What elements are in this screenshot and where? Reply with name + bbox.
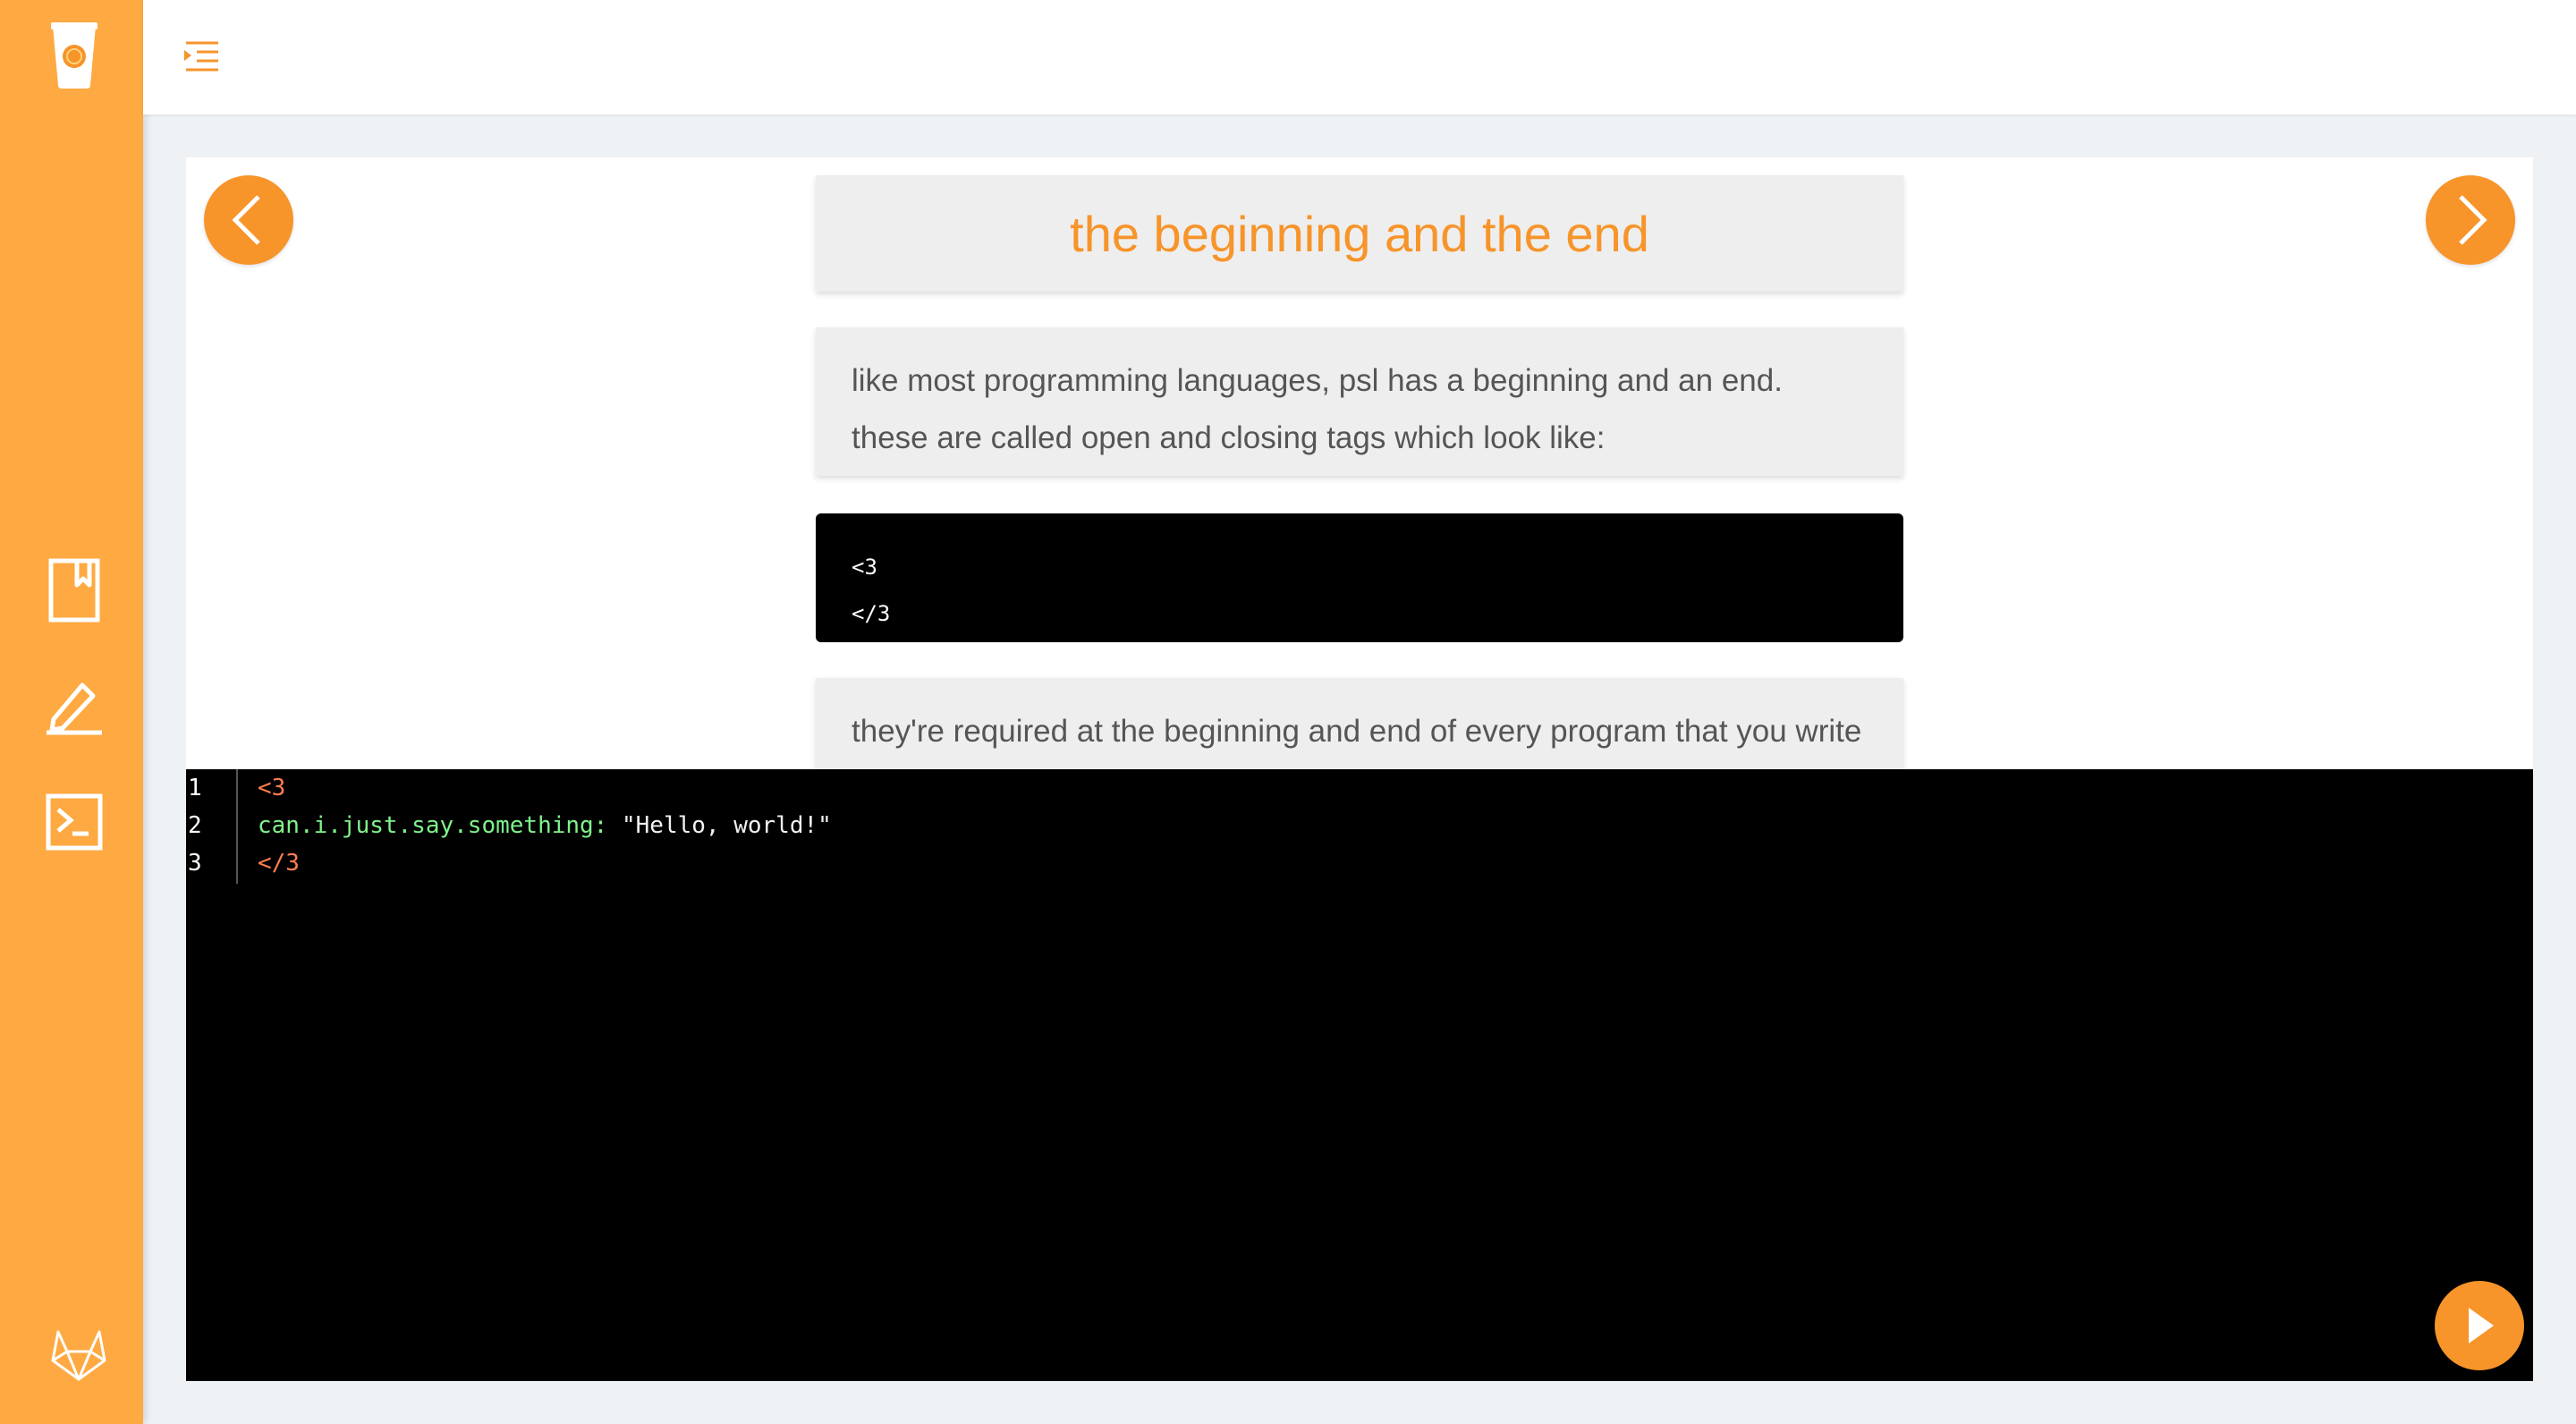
lesson-text-card: they're required at the beginning and en… [816, 678, 1903, 769]
lesson-title: the beginning and the end [1070, 205, 1649, 262]
chevron-right-icon [2459, 195, 2487, 245]
menu-indent-icon[interactable] [182, 39, 222, 75]
top-bar [143, 0, 2576, 114]
run-button[interactable] [2435, 1281, 2524, 1370]
line-number: 1 [188, 775, 202, 801]
line-number: 2 [188, 812, 202, 839]
next-lesson-button[interactable] [2426, 175, 2515, 265]
code-line[interactable]: </3 [258, 844, 832, 882]
code-editor[interactable]: 1 2 3 <3 can.i.just.say.something: "Hell… [186, 769, 2533, 1381]
code-lines[interactable]: <3 can.i.just.say.something: "Hello, wor… [258, 769, 832, 882]
chevron-left-icon [232, 195, 260, 245]
code-key: can.i.just.say.something: [258, 812, 608, 839]
code-example: <3 </3 [816, 513, 1903, 642]
code-example-line: </3 [852, 601, 891, 626]
line-number-gutter: 1 2 3 [186, 769, 238, 884]
code-line[interactable]: can.i.just.say.something: "Hello, world!… [258, 807, 832, 844]
code-string: "Hello, world!" [607, 812, 832, 839]
lesson-paragraph: like most programming languages, psl has… [852, 363, 1783, 455]
terminal-icon[interactable] [43, 791, 106, 853]
pencil-edit-icon[interactable] [41, 673, 107, 739]
lesson-paragraph: they're required at the beginning and en… [852, 714, 1862, 749]
bookmark-book-icon[interactable] [43, 555, 106, 626]
lesson-text-card: like most programming languages, psl has… [816, 327, 1903, 476]
line-number: 3 [188, 850, 202, 877]
coffee-cup-logo-icon[interactable] [43, 18, 106, 93]
sidebar [0, 0, 143, 1424]
lesson-panel: the beginning and the end like most prog… [186, 157, 2533, 769]
close-tag: </3 [258, 850, 300, 877]
gitlab-icon[interactable] [45, 1324, 113, 1386]
lesson-title-card: the beginning and the end [816, 175, 1903, 292]
open-tag: <3 [258, 775, 286, 801]
play-icon [2469, 1308, 2494, 1343]
code-example-line: <3 [852, 555, 877, 580]
previous-lesson-button[interactable] [204, 175, 293, 265]
code-line[interactable]: <3 [258, 769, 832, 807]
